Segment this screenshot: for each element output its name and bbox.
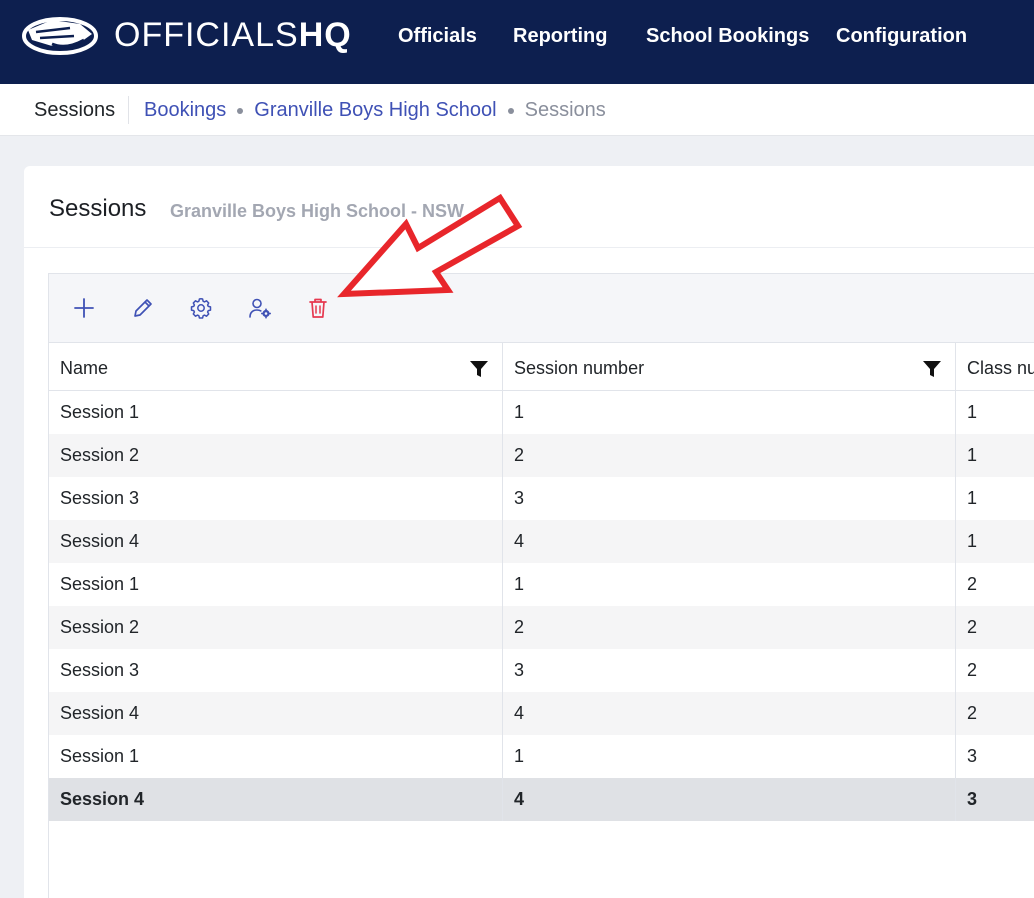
- whistle-logo-icon: [22, 17, 98, 55]
- cell-session-number: 2: [503, 606, 956, 649]
- nav-officials[interactable]: Officials: [398, 22, 477, 50]
- pencil-icon: [134, 299, 152, 317]
- cell-session-number: 4: [503, 778, 956, 821]
- table-row[interactable]: Session 2 2 1: [49, 434, 1034, 477]
- cell-name: Session 4: [49, 778, 503, 821]
- edit-button[interactable]: [129, 294, 157, 322]
- card-subtitle: Granville Boys High School - NSW: [170, 201, 465, 221]
- cell-session-number: 1: [503, 735, 956, 778]
- table-row-selected[interactable]: Session 4 4 3: [49, 778, 1034, 821]
- card-title: Sessions: [49, 195, 147, 222]
- delete-button[interactable]: [304, 294, 332, 322]
- nav-reporting[interactable]: Reporting: [513, 22, 607, 50]
- column-header-name[interactable]: Name: [49, 343, 503, 391]
- cell-name: Session 4: [49, 692, 503, 735]
- cell-session-number: 2: [503, 434, 956, 477]
- cell-name: Session 1: [49, 391, 503, 434]
- add-button[interactable]: [70, 294, 98, 322]
- cell-name: Session 1: [49, 563, 503, 606]
- user-settings-icon: [249, 298, 271, 319]
- user-settings-button[interactable]: [246, 294, 274, 322]
- table-row[interactable]: Session 3 3 2: [49, 649, 1034, 692]
- breadcrumb: Bookings Granville Boys High School Sess…: [144, 98, 606, 122]
- brand-name: OFFICIALSHQ: [114, 16, 352, 54]
- table-row[interactable]: Session 1 1 2: [49, 563, 1034, 606]
- cell-class-number: 3: [967, 746, 978, 766]
- subheader: Sessions Bookings Granville Boys High Sc…: [0, 84, 1034, 136]
- grid-toolbar: [49, 274, 1034, 343]
- table-row[interactable]: Session 4 4 2: [49, 692, 1034, 735]
- plus-icon: [74, 298, 94, 318]
- column-header-class-number[interactable]: Class number: [956, 343, 1034, 391]
- cell-class-number: 1: [967, 488, 978, 508]
- card-header: Sessions Granville Boys High School - NS…: [24, 166, 1034, 248]
- table-body: Session 1 1 1 Session 2 2 1 Session 3 3 …: [49, 391, 1034, 821]
- breadcrumb-bookings[interactable]: Bookings: [144, 98, 226, 122]
- cell-class-number: 1: [967, 531, 978, 551]
- gear-icon: [190, 298, 212, 319]
- table-row[interactable]: Session 3 3 1: [49, 477, 1034, 520]
- cell-session-number: 3: [503, 649, 956, 692]
- cell-name: Session 1: [49, 735, 503, 778]
- breadcrumb-school[interactable]: Granville Boys High School: [254, 98, 496, 122]
- cell-session-number: 4: [503, 692, 956, 735]
- filter-icon[interactable]: [922, 359, 942, 379]
- filter-icon[interactable]: [469, 359, 489, 379]
- cell-name: Session 3: [49, 649, 503, 692]
- table-row[interactable]: Session 1 1 1: [49, 391, 1034, 434]
- top-navbar: OFFICIALSHQ Officials Reporting School B…: [0, 0, 1034, 84]
- cell-name: Session 2: [49, 434, 503, 477]
- sessions-grid: Name Session number Class number Session…: [48, 273, 1034, 898]
- subheader-divider: [128, 96, 129, 124]
- column-label-session-number: Session number: [514, 358, 645, 378]
- table-row[interactable]: Session 4 4 1: [49, 520, 1034, 563]
- breadcrumb-separator: [507, 108, 514, 114]
- breadcrumb-current: Sessions: [524, 99, 606, 121]
- cell-class-number: 1: [967, 402, 978, 422]
- nav-school-bookings[interactable]: School Bookings: [646, 22, 809, 50]
- breadcrumb-separator: [237, 108, 244, 114]
- cell-session-number: 4: [503, 520, 956, 563]
- cell-name: Session 4: [49, 520, 503, 563]
- subheader-title: Sessions: [34, 99, 116, 121]
- cell-class-number: 2: [967, 617, 978, 637]
- cell-class-number: 2: [967, 660, 978, 680]
- cell-class-number: 3: [967, 789, 978, 809]
- cell-class-number: 2: [967, 703, 978, 723]
- column-header-session-number[interactable]: Session number: [503, 343, 956, 391]
- cell-class-number: 2: [967, 574, 978, 594]
- cell-session-number: 3: [503, 477, 956, 520]
- cell-name: Session 3: [49, 477, 503, 520]
- settings-button[interactable]: [187, 294, 215, 322]
- nav-configuration[interactable]: Configuration: [836, 22, 967, 50]
- trash-icon: [309, 298, 327, 318]
- column-label-class-number: Class number: [967, 358, 1034, 378]
- column-label-name: Name: [60, 358, 109, 378]
- cell-session-number: 1: [503, 391, 956, 434]
- cell-session-number: 1: [503, 563, 956, 606]
- cell-name: Session 2: [49, 606, 503, 649]
- table-row[interactable]: Session 2 2 2: [49, 606, 1034, 649]
- app-logo[interactable]: OFFICIALSHQ: [22, 14, 352, 56]
- table-row[interactable]: Session 1 1 3: [49, 735, 1034, 778]
- cell-class-number: 1: [967, 445, 978, 465]
